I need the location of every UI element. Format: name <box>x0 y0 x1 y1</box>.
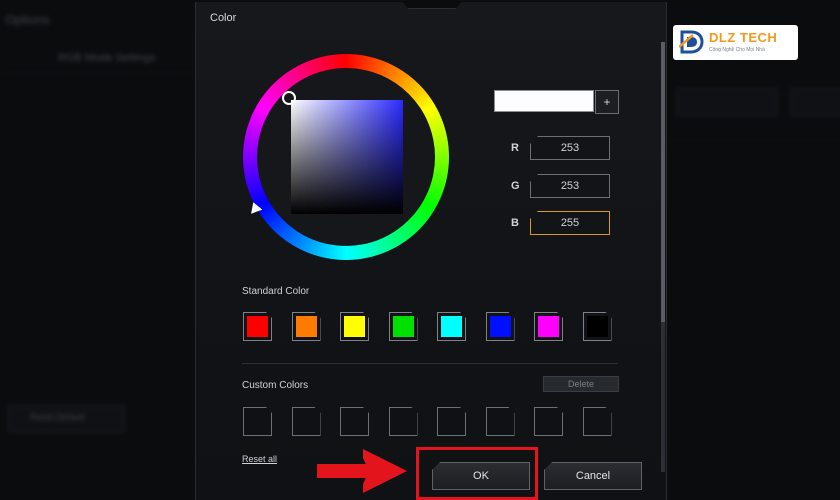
b-input[interactable]: 255 <box>530 211 610 235</box>
logo-mark-icon <box>679 30 704 54</box>
swatch-fill <box>393 316 414 337</box>
swatch-fill <box>587 316 608 337</box>
standard-swatch[interactable] <box>583 312 612 341</box>
standard-swatch[interactable] <box>486 312 515 341</box>
r-label: R <box>511 142 519 154</box>
bg-right-button-2 <box>790 88 840 116</box>
sv-picker-handle[interactable] <box>282 91 296 105</box>
swatch-fill <box>538 316 559 337</box>
standard-swatch[interactable] <box>389 312 418 341</box>
logo-subtitle: Công Nghệ Cho Mọi Nhà <box>709 47 765 53</box>
color-dialog: Color + R 253 G 253 B 255 Standard Color… <box>195 0 667 500</box>
bg-tab-label: RGB Mode Settings <box>58 52 156 64</box>
bg-divider-right <box>665 140 840 141</box>
bg-right-button <box>676 88 778 116</box>
custom-swatch[interactable] <box>486 407 515 436</box>
standard-swatch[interactable] <box>340 312 369 341</box>
b-label: B <box>511 217 519 229</box>
section-divider <box>242 363 618 364</box>
reset-all-link[interactable]: Reset all <box>242 454 277 464</box>
custom-swatch[interactable] <box>340 407 369 436</box>
standard-swatch[interactable] <box>292 312 321 341</box>
custom-swatch[interactable] <box>243 407 272 436</box>
bg-reset-label: Reset Default <box>30 412 85 422</box>
swatch-fill <box>441 316 462 337</box>
bg-divider <box>0 72 195 73</box>
custom-swatch[interactable] <box>534 407 563 436</box>
g-input[interactable]: 253 <box>530 174 610 198</box>
dialog-notch <box>401 0 463 9</box>
delete-button[interactable]: Delete <box>543 376 619 392</box>
custom-swatch[interactable] <box>292 407 321 436</box>
bg-app-title: Options <box>5 12 50 27</box>
red-arrow-icon <box>317 449 407 493</box>
custom-swatch[interactable] <box>437 407 466 436</box>
dlz-tech-logo: DLZ TECH Công Nghệ Cho Mọi Nhà <box>673 25 798 60</box>
scrollbar-thumb[interactable] <box>661 42 665 322</box>
custom-swatch[interactable] <box>583 407 612 436</box>
swatch-fill <box>490 316 511 337</box>
custom-swatch[interactable] <box>389 407 418 436</box>
swatch-fill <box>247 316 268 337</box>
swatch-fill <box>296 316 317 337</box>
standard-swatch[interactable] <box>243 312 272 341</box>
standard-swatch[interactable] <box>437 312 466 341</box>
saturation-value-box[interactable] <box>291 100 403 214</box>
ok-highlight-box <box>416 447 538 500</box>
cancel-button[interactable]: Cancel <box>544 462 642 490</box>
standard-color-label: Standard Color <box>242 286 310 297</box>
custom-colors-label: Custom Colors <box>242 380 309 391</box>
add-custom-color-button[interactable]: + <box>595 90 619 114</box>
logo-text: DLZ TECH <box>709 30 778 45</box>
r-input[interactable]: 253 <box>530 136 610 160</box>
g-label: G <box>511 180 520 192</box>
standard-swatch[interactable] <box>534 312 563 341</box>
dialog-title: Color <box>210 12 237 24</box>
dialog-scrollbar[interactable] <box>661 42 665 472</box>
color-preview <box>494 90 594 112</box>
swatch-fill <box>344 316 365 337</box>
